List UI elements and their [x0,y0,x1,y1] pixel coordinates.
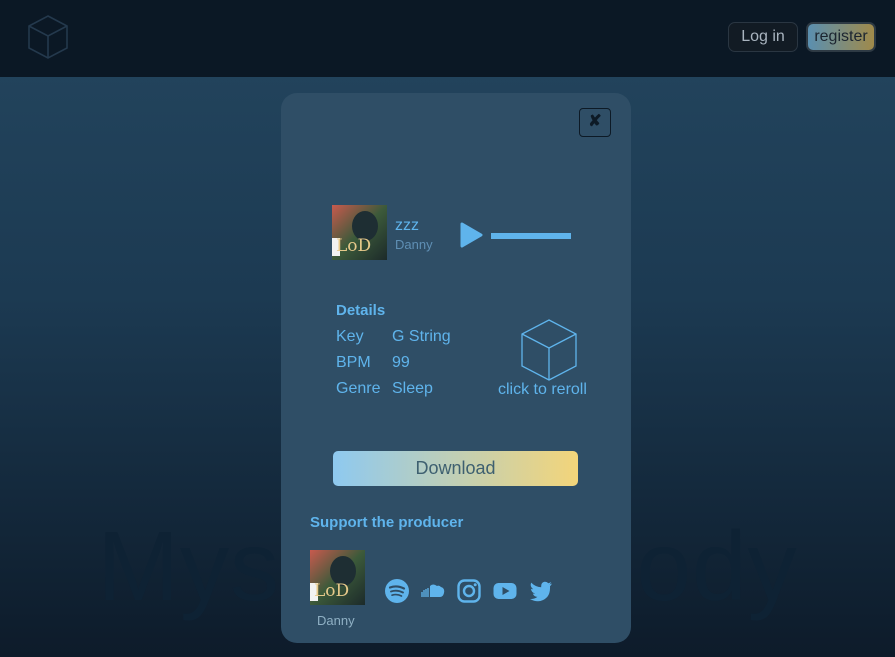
reroll-link[interactable]: click to reroll [498,381,587,399]
play-icon[interactable] [459,222,483,248]
youtube-icon[interactable] [492,578,518,604]
track-cover-art: LoD [332,205,387,260]
details-heading: Details [336,302,386,319]
detail-label-key: Key [336,328,364,345]
instagram-icon[interactable] [456,578,482,604]
top-navbar: Log in register [0,0,895,77]
producer-avatar[interactable]: LoD [310,550,365,605]
reroll-cube-icon[interactable] [519,318,579,382]
detail-value-bpm: 99 [392,354,410,371]
track-title: zzz [395,217,419,234]
detail-value-genre: Sleep [392,380,433,397]
producer-name: Danny [317,613,355,628]
track-artist: Danny [395,237,433,252]
detail-label-bpm: BPM [336,354,371,371]
support-heading: Support the producer [310,514,464,531]
playback-progress-bar[interactable] [491,233,571,239]
cube-logo-icon[interactable] [26,14,70,60]
detail-label-genre: Genre [336,380,381,397]
twitter-icon[interactable] [528,578,554,604]
register-button[interactable]: register [806,22,876,52]
download-button[interactable]: Download [333,451,578,486]
soundcloud-icon[interactable] [420,578,446,604]
detail-value-key: G String [392,328,451,345]
spotify-icon[interactable] [384,578,410,604]
close-button[interactable]: ✘ [579,108,611,137]
login-button[interactable]: Log in [728,22,798,52]
song-modal: ✘ LoD zzz Danny Details Key G String BPM… [281,93,631,643]
